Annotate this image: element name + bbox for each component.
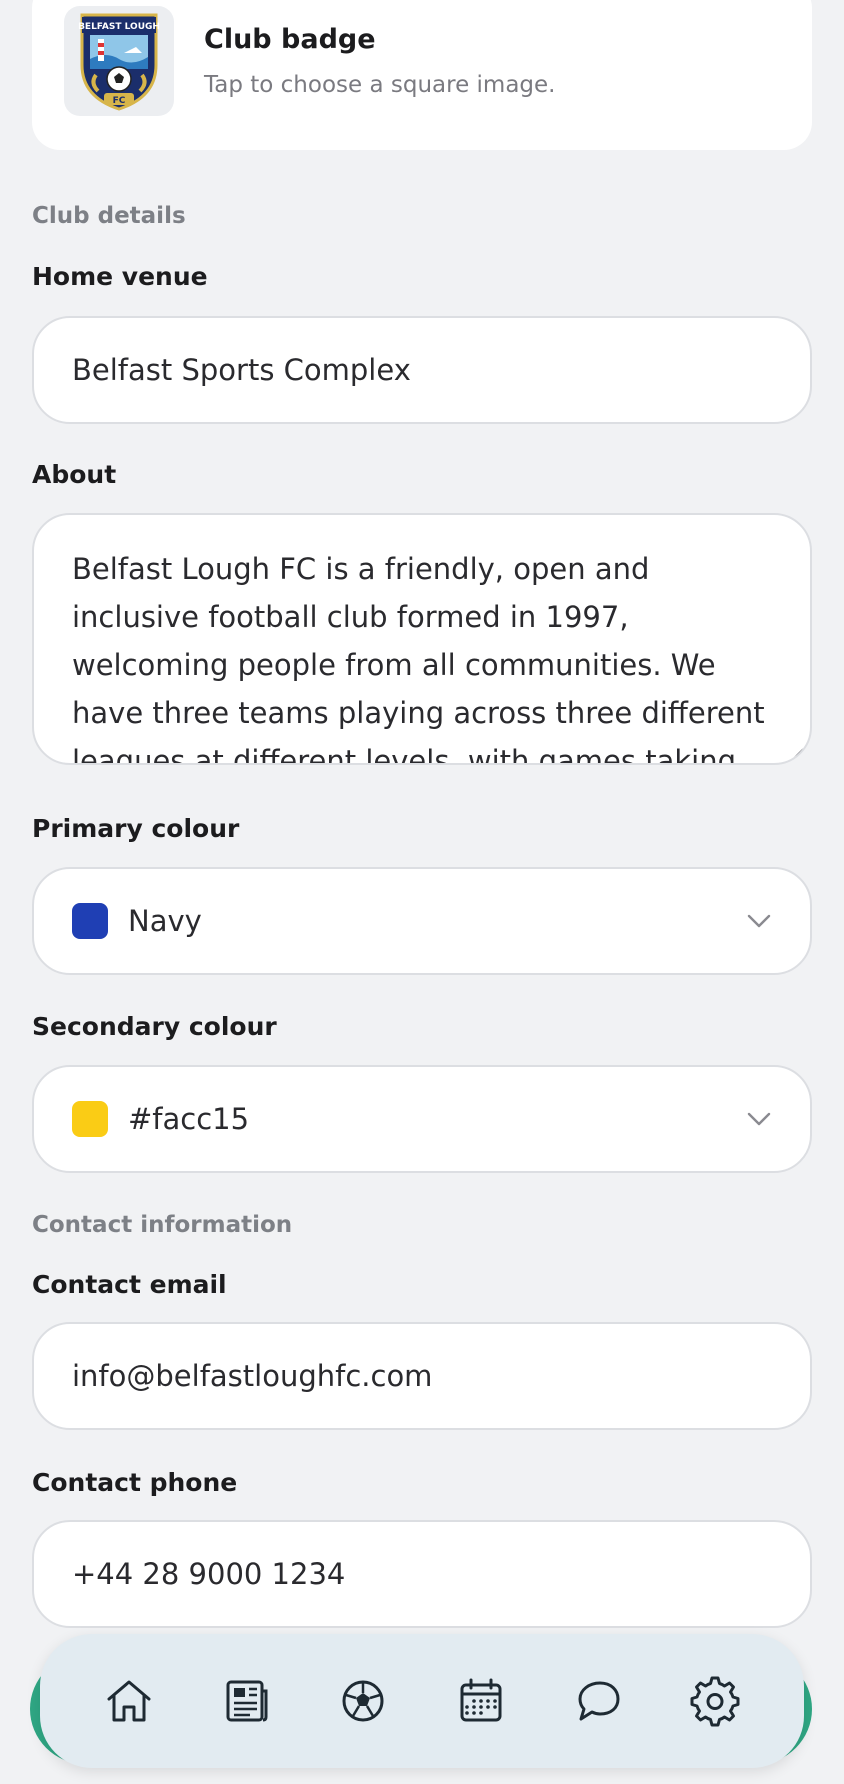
- primary-colour-select[interactable]: Navy: [32, 867, 812, 975]
- nav-news[interactable]: [210, 1665, 282, 1737]
- club-badge-card[interactable]: BELFAST LOUGH FC Club badge Tap to choos…: [32, 0, 812, 150]
- chevron-down-icon: [747, 914, 771, 928]
- nav-calendar[interactable]: [445, 1665, 517, 1737]
- bottom-navigation: [40, 1634, 804, 1768]
- contact-information-heading: Contact information: [32, 1212, 293, 1238]
- nav-matches[interactable]: [327, 1665, 399, 1737]
- crest-text-bottom: FC: [113, 96, 126, 106]
- contact-email-value: info@belfastloughfc.com: [72, 1359, 433, 1393]
- club-badge-subtitle: Tap to choose a square image.: [204, 72, 556, 98]
- contact-phone-label: Contact phone: [32, 1468, 238, 1497]
- club-crest-icon: BELFAST LOUGH FC: [78, 13, 160, 111]
- about-value: Belfast Lough FC is a friendly, open and…: [72, 552, 765, 765]
- contact-phone-input[interactable]: +44 28 9000 1234: [32, 1520, 812, 1628]
- club-badge-title: Club badge: [204, 24, 376, 55]
- about-label: About: [32, 460, 117, 489]
- home-venue-value: Belfast Sports Complex: [72, 353, 411, 387]
- crest-text-top: BELFAST LOUGH: [78, 22, 160, 32]
- home-icon: [107, 1680, 151, 1722]
- contact-email-label: Contact email: [32, 1270, 227, 1299]
- club-badge-image[interactable]: BELFAST LOUGH FC: [64, 6, 174, 116]
- primary-colour-label: Primary colour: [32, 814, 240, 843]
- nav-chat[interactable]: [562, 1665, 634, 1737]
- news-icon: [226, 1680, 268, 1722]
- primary-colour-value: Navy: [128, 904, 202, 938]
- contact-phone-value: +44 28 9000 1234: [72, 1557, 346, 1591]
- secondary-colour-label: Secondary colour: [32, 1012, 277, 1041]
- secondary-colour-select[interactable]: #facc15: [32, 1065, 812, 1173]
- nav-settings[interactable]: [679, 1665, 751, 1737]
- home-venue-input[interactable]: Belfast Sports Complex: [32, 316, 812, 424]
- nav-home[interactable]: [93, 1665, 165, 1737]
- calendar-icon: [460, 1678, 502, 1722]
- chevron-down-icon: [747, 1112, 771, 1126]
- chat-icon: [578, 1681, 620, 1721]
- contact-email-input[interactable]: info@belfastloughfc.com: [32, 1322, 812, 1430]
- football-icon: [342, 1680, 384, 1722]
- primary-colour-swatch: [72, 903, 108, 939]
- about-textarea[interactable]: Belfast Lough FC is a friendly, open and…: [32, 513, 812, 765]
- gear-icon: [690, 1676, 740, 1727]
- home-venue-label: Home venue: [32, 262, 208, 291]
- resize-grip-icon[interactable]: [792, 747, 804, 759]
- secondary-colour-swatch: [72, 1101, 108, 1137]
- secondary-colour-value: #facc15: [128, 1102, 250, 1136]
- club-details-heading: Club details: [32, 203, 186, 229]
